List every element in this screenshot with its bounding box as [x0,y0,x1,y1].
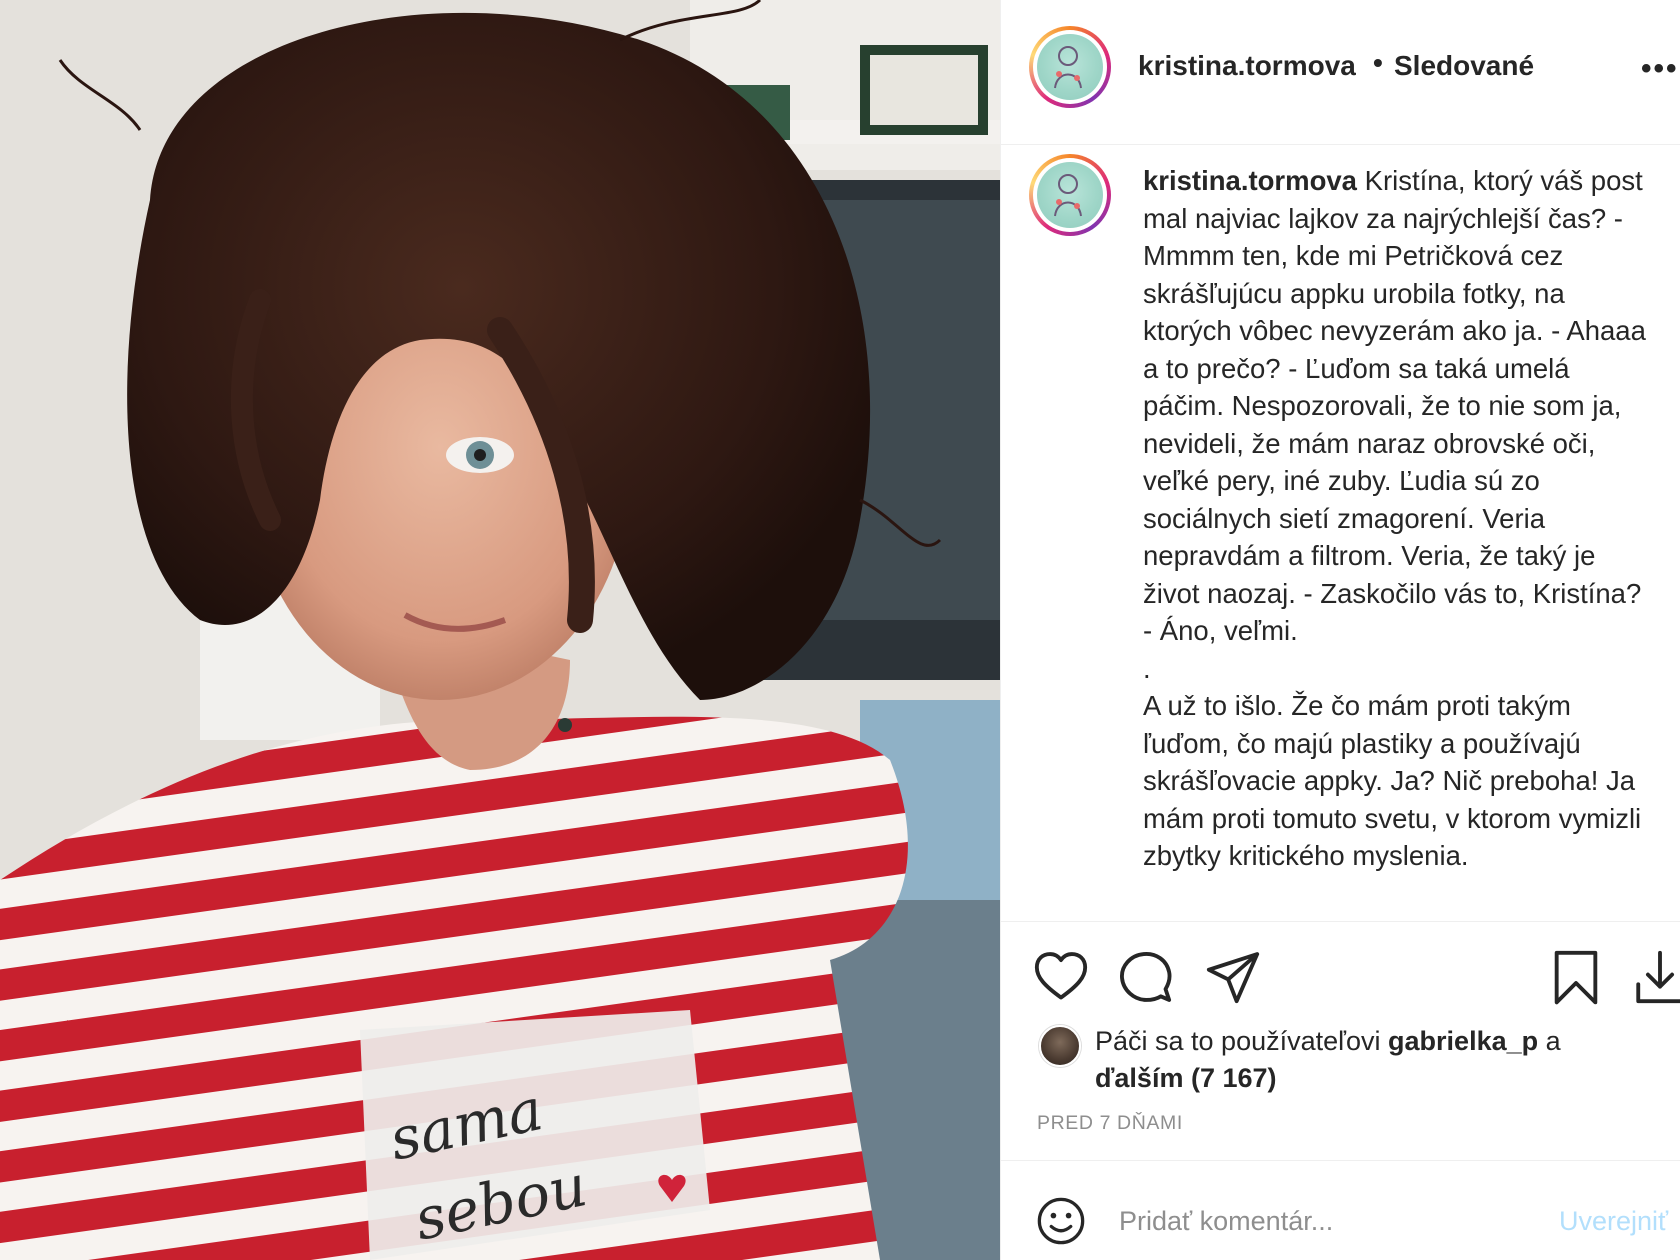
liker-avatar[interactable] [1039,1025,1081,1067]
heart-icon[interactable] [1032,948,1090,1006]
selfie-image: sama sebou [0,0,1000,1260]
caption-text: kristina.tormova Kristína, ktorý váš pos… [1143,162,1653,875]
follow-status[interactable]: Sledované [1394,50,1534,82]
author-avatar[interactable] [1029,26,1111,108]
likes-summary: Páči sa to používateľovi gabrielka_p a ď… [1039,1023,1659,1103]
liker-username[interactable]: gabrielka_p [1388,1026,1538,1056]
comment-icon[interactable] [1116,948,1174,1006]
post-comment-button[interactable]: Uverejniť [1559,1206,1668,1237]
likes-prefix: Páči sa to používateľovi [1095,1026,1389,1056]
caption-author-avatar[interactable] [1029,154,1111,236]
likes-count-link[interactable]: ďalším (7 167) [1095,1063,1277,1093]
emoji-icon[interactable] [1035,1195,1087,1247]
caption-username[interactable]: kristina.tormova [1143,165,1357,196]
paper-plane-icon[interactable] [1204,948,1262,1006]
caption-body: Kristína, ktorý váš post mal najviac laj… [1143,165,1646,871]
bookmark-icon[interactable] [1547,948,1605,1006]
download-icon[interactable] [1631,948,1680,1006]
more-options-icon[interactable]: ••• [1641,52,1679,86]
likes-text: Páči sa to používateľovi gabrielka_p a ď… [1095,1023,1655,1097]
post-details-panel: kristina.tormova • Sledované ••• kristin… [1000,0,1680,1260]
author-username[interactable]: kristina.tormova [1138,50,1356,82]
separator-dot: • [1373,47,1383,78]
post-header: kristina.tormova • Sledované ••• [1001,0,1680,145]
post-photo[interactable]: sama sebou [0,0,1000,1260]
divider [1001,921,1680,922]
caption-area: kristina.tormova Kristína, ktorý váš pos… [1001,146,1680,921]
post-timestamp[interactable]: PRED 7 DŇAMI [1037,1112,1183,1135]
add-comment-input[interactable] [1119,1200,1519,1242]
likes-middle: a [1538,1026,1561,1056]
